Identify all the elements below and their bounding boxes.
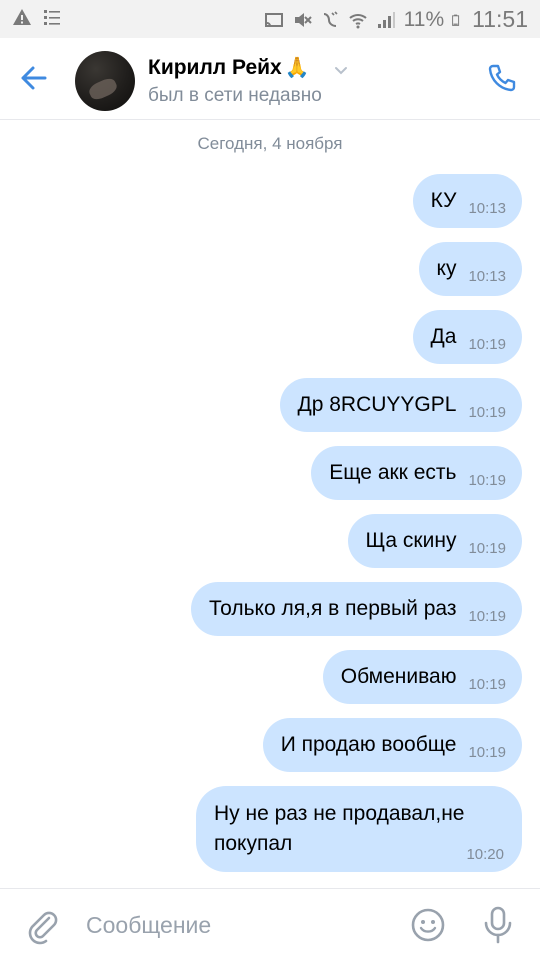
message-bubble[interactable]: Ну не раз не продавал,не покупал 10:20 (196, 786, 522, 872)
contact-name[interactable]: Кирилл Рейх 🙏 (148, 55, 310, 80)
message-time: 10:19 (468, 471, 506, 489)
signal-icon (377, 11, 395, 28)
list-icon (44, 10, 60, 25)
message-bubble[interactable]: И продаю вообще 10:19 (262, 718, 522, 772)
message-bubble[interactable]: Др 8RCUYYGPL 10:19 (279, 378, 522, 432)
message-time: 10:19 (468, 607, 506, 625)
contact-name-text: Кирилл Рейх (148, 55, 282, 79)
message-text: Еще акк есть (329, 461, 457, 484)
message-bubble[interactable]: Только ля,я в первый раз 10:19 (190, 582, 522, 636)
message-text: Ща скину (365, 529, 457, 552)
message-composer (0, 888, 540, 960)
avatar[interactable] (75, 51, 135, 111)
message-input[interactable] (86, 909, 386, 941)
message-text: Только ля,я в первый раз (208, 597, 457, 620)
message-time: 10:19 (468, 675, 506, 693)
message-time: 10:19 (468, 743, 506, 761)
smile-icon[interactable] (410, 907, 446, 943)
message-time: 10:19 (468, 539, 506, 557)
status-bar: 11% 11:51 (0, 0, 540, 38)
microphone-icon[interactable] (480, 905, 516, 945)
praying-hands-emoji: 🙏 (284, 57, 310, 79)
paperclip-icon[interactable] (22, 905, 62, 945)
warning-icon (13, 9, 31, 25)
message-text: Ну не раз не продавал,не покупал (214, 802, 465, 855)
message-text: ку (436, 257, 457, 280)
chevron-down-icon[interactable] (334, 64, 348, 78)
message-text: Обмениваю (340, 665, 457, 688)
message-time: 10:13 (468, 267, 506, 285)
message-bubble[interactable]: КУ 10:13 (412, 174, 522, 228)
message-time: 10:13 (468, 199, 506, 217)
message-bubble[interactable]: Еще акк есть 10:19 (311, 446, 522, 500)
message-bubble[interactable]: Да 10:19 (412, 310, 522, 364)
message-list: КУ 10:13 ку 10:13 Да 10:19 Др 8RCUYYGPL 10:1… (0, 172, 540, 880)
contact-status: был в сети недавно (148, 85, 322, 106)
back-button[interactable] (14, 58, 54, 98)
chat-header: Кирилл Рейх 🙏 был в сети недавно (0, 38, 540, 120)
message-bubble[interactable]: ку 10:13 (418, 242, 522, 296)
message-text: КУ (430, 189, 457, 212)
battery-percent: 11% (403, 7, 445, 31)
call-button[interactable] (482, 58, 522, 98)
message-text: Да (430, 325, 457, 348)
wifi-icon (348, 13, 367, 28)
message-text: Др 8RCUYYGPL (297, 393, 457, 416)
date-separator: Сегодня, 4 ноября (197, 134, 343, 153)
mute-icon (294, 12, 312, 27)
message-time: 10:20 (466, 846, 504, 863)
vibrate-icon (323, 10, 338, 27)
clock: 11:51 (472, 6, 528, 32)
message-time: 10:19 (468, 403, 506, 421)
message-time: 10:19 (468, 335, 506, 353)
message-bubble[interactable]: Ща скину 10:19 (347, 514, 522, 568)
cast-icon (264, 12, 283, 27)
message-bubble[interactable]: Обмениваю 10:19 (322, 650, 522, 704)
message-text: И продаю вообще (280, 733, 457, 756)
battery-icon (452, 14, 460, 26)
phone-icon (488, 64, 516, 92)
arrow-left-icon (21, 66, 47, 90)
